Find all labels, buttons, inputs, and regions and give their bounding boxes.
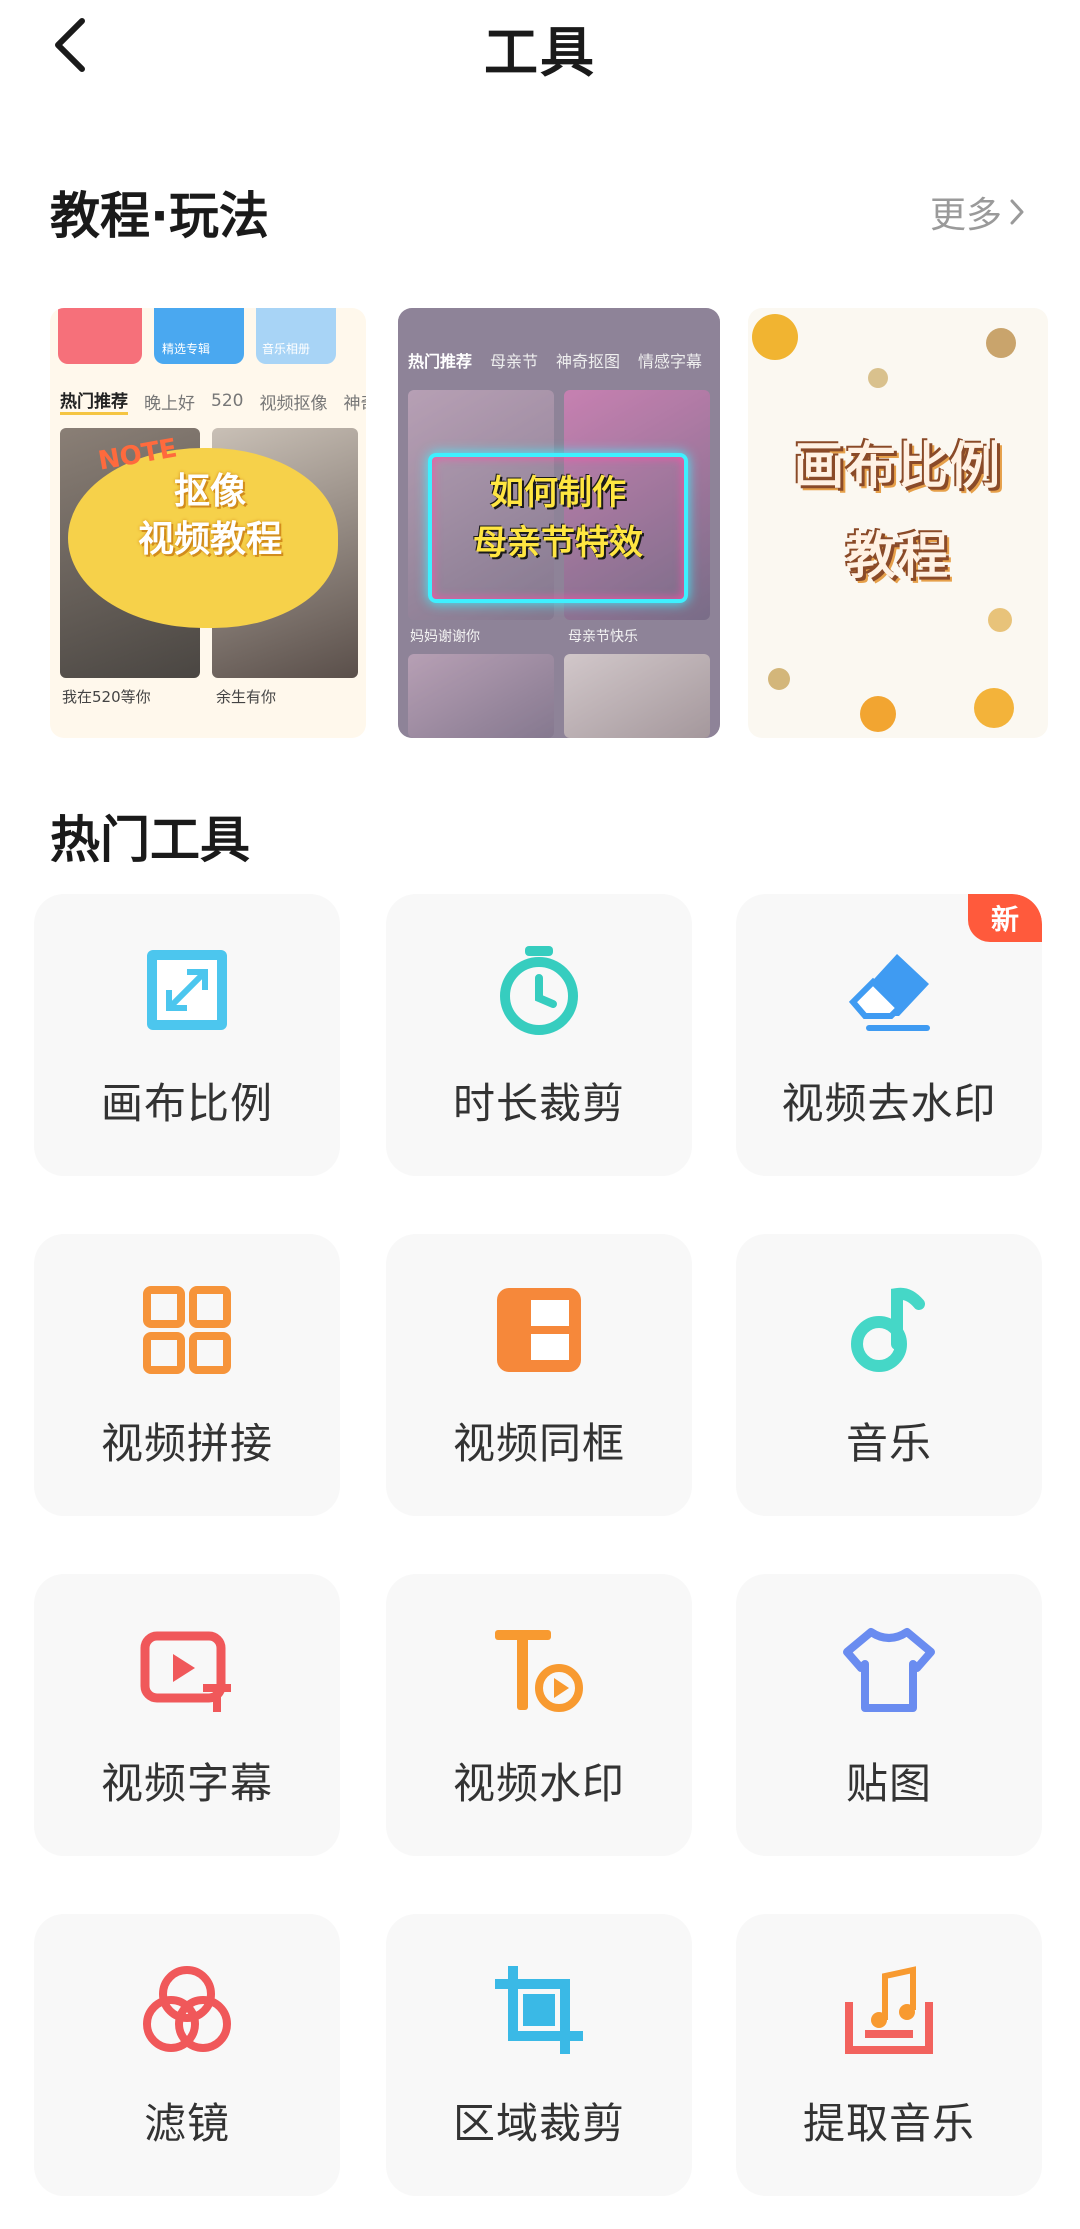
text-watermark-icon (386, 1622, 692, 1718)
card-tab: 视频抠像 (259, 393, 328, 414)
flower-decoration (752, 314, 798, 360)
tool-label: 音乐 (845, 1419, 932, 1468)
tool-label: 贴图 (845, 1759, 932, 1808)
card-title: 如何制作 母亲节特效 (428, 468, 688, 568)
page-title: 工具 (484, 21, 596, 84)
tutorial-card-keying[interactable]: 精选专辑 音乐相册 热门推荐 晚上好 520 视频抠像 神奇 NOTE 抠像 视… (50, 308, 366, 738)
flower-decoration (768, 668, 790, 690)
crop-icon (386, 1962, 692, 2058)
card-tab: 情感字幕 (638, 352, 703, 371)
tool-label: 视频字幕 (100, 1759, 273, 1808)
tool-label: 视频同框 (452, 1419, 625, 1468)
tool-video-watermark[interactable]: 视频水印 (386, 1574, 692, 1856)
tool-same-frame[interactable]: 视频同框 (386, 1234, 692, 1516)
tool-filter[interactable]: 滤镜 (34, 1914, 340, 2196)
card-title-line: 母亲节特效 (473, 523, 643, 563)
thumb-caption: 母亲节快乐 (568, 629, 638, 645)
card-title-line: 画布比例 (794, 437, 1002, 495)
card-title: 抠像 视频教程 (110, 468, 310, 564)
tools-page: 工具 教程·玩法 更多 精选专辑 音乐相册 热门推荐 晚上好 520 视频抠像 … (0, 0, 1080, 2229)
tool-remove-watermark[interactable]: 新 视频去水印 (736, 894, 1042, 1176)
tutorial-card-mothers-day[interactable]: 热门推荐 母亲节 神奇抠图 情感字幕 如何制作 母亲节特效 妈妈谢谢你 母亲节快… (398, 308, 720, 738)
tool-region-crop[interactable]: 区域裁剪 (386, 1914, 692, 2196)
thumb-pill (58, 308, 142, 364)
card-tab: 神奇 (343, 393, 366, 414)
flower-decoration (986, 328, 1016, 358)
card-title-line: 抠像 (173, 471, 246, 512)
flower-decoration (974, 688, 1014, 728)
tool-label: 视频去水印 (781, 1079, 997, 1128)
more-label: 更多 (929, 195, 1002, 236)
tutorial-card-canvas-ratio[interactable]: 画布比例 教程 (748, 308, 1048, 738)
card-tabs: 热门推荐 母亲节 神奇抠图 情感字幕 (408, 348, 702, 372)
sticker-shirt-icon (736, 1622, 1042, 1718)
card-tab: 晚上好 (144, 393, 195, 414)
music-note-icon (736, 1282, 1042, 1378)
tool-canvas-ratio[interactable]: 画布比例 (34, 894, 340, 1176)
flower-decoration (868, 368, 888, 388)
thumb-caption: 余生有你 (216, 688, 277, 706)
card-tab: 母亲节 (490, 352, 539, 371)
new-badge: 新 (968, 894, 1042, 942)
tool-label: 视频水印 (452, 1759, 625, 1808)
extract-music-icon (736, 1962, 1042, 2058)
top-bar: 工具 (0, 0, 1080, 110)
flower-decoration (860, 696, 896, 732)
filter-circles-icon (34, 1962, 340, 2058)
card-tab: 神奇抠图 (556, 352, 621, 371)
tool-subtitle[interactable]: 视频字幕 (34, 1574, 340, 1856)
grid-splice-icon (34, 1282, 340, 1378)
tool-label: 区域裁剪 (452, 2099, 625, 2148)
pill-label: 音乐相册 (262, 342, 311, 356)
tool-label: 画布比例 (100, 1079, 273, 1128)
tool-music[interactable]: 音乐 (736, 1234, 1042, 1516)
same-frame-icon (386, 1282, 692, 1378)
card-tab: 热门推荐 (408, 352, 473, 371)
pill-label: 精选专辑 (162, 342, 211, 356)
canvas-ratio-icon (34, 942, 340, 1038)
duration-trim-icon (386, 942, 692, 1038)
thumb-caption: 我在520等你 (62, 688, 151, 706)
tool-sticker[interactable]: 贴图 (736, 1574, 1042, 1856)
tool-duration-trim[interactable]: 时长裁剪 (386, 894, 692, 1176)
card-title-line: 教程 (846, 527, 950, 585)
tool-extract-music[interactable]: 提取音乐 (736, 1914, 1042, 2196)
chevron-right-icon (1010, 199, 1024, 225)
eraser-icon (736, 942, 1042, 1038)
card-tabs: 热门推荐 晚上好 520 视频抠像 神奇 (50, 378, 366, 424)
tool-label: 滤镜 (143, 2099, 230, 2148)
flower-decoration (988, 608, 1012, 632)
tool-label: 提取音乐 (802, 2099, 975, 2148)
card-tab: 热门推荐 (60, 387, 128, 415)
hot-tools-heading: 热门工具 (50, 811, 250, 869)
tool-video-splice[interactable]: 视频拼接 (34, 1234, 340, 1516)
card-title-line: 如何制作 (490, 473, 626, 513)
more-link[interactable]: 更多 (930, 186, 1026, 238)
card-title-line: 视频教程 (137, 519, 282, 560)
subtitle-icon (34, 1622, 340, 1718)
tool-label: 视频拼接 (100, 1419, 273, 1468)
card-tab: 520 (211, 391, 244, 411)
thumb-caption: 妈妈谢谢你 (410, 629, 480, 645)
tutorials-heading: 教程·玩法 (50, 187, 269, 245)
tool-label: 时长裁剪 (452, 1079, 625, 1128)
